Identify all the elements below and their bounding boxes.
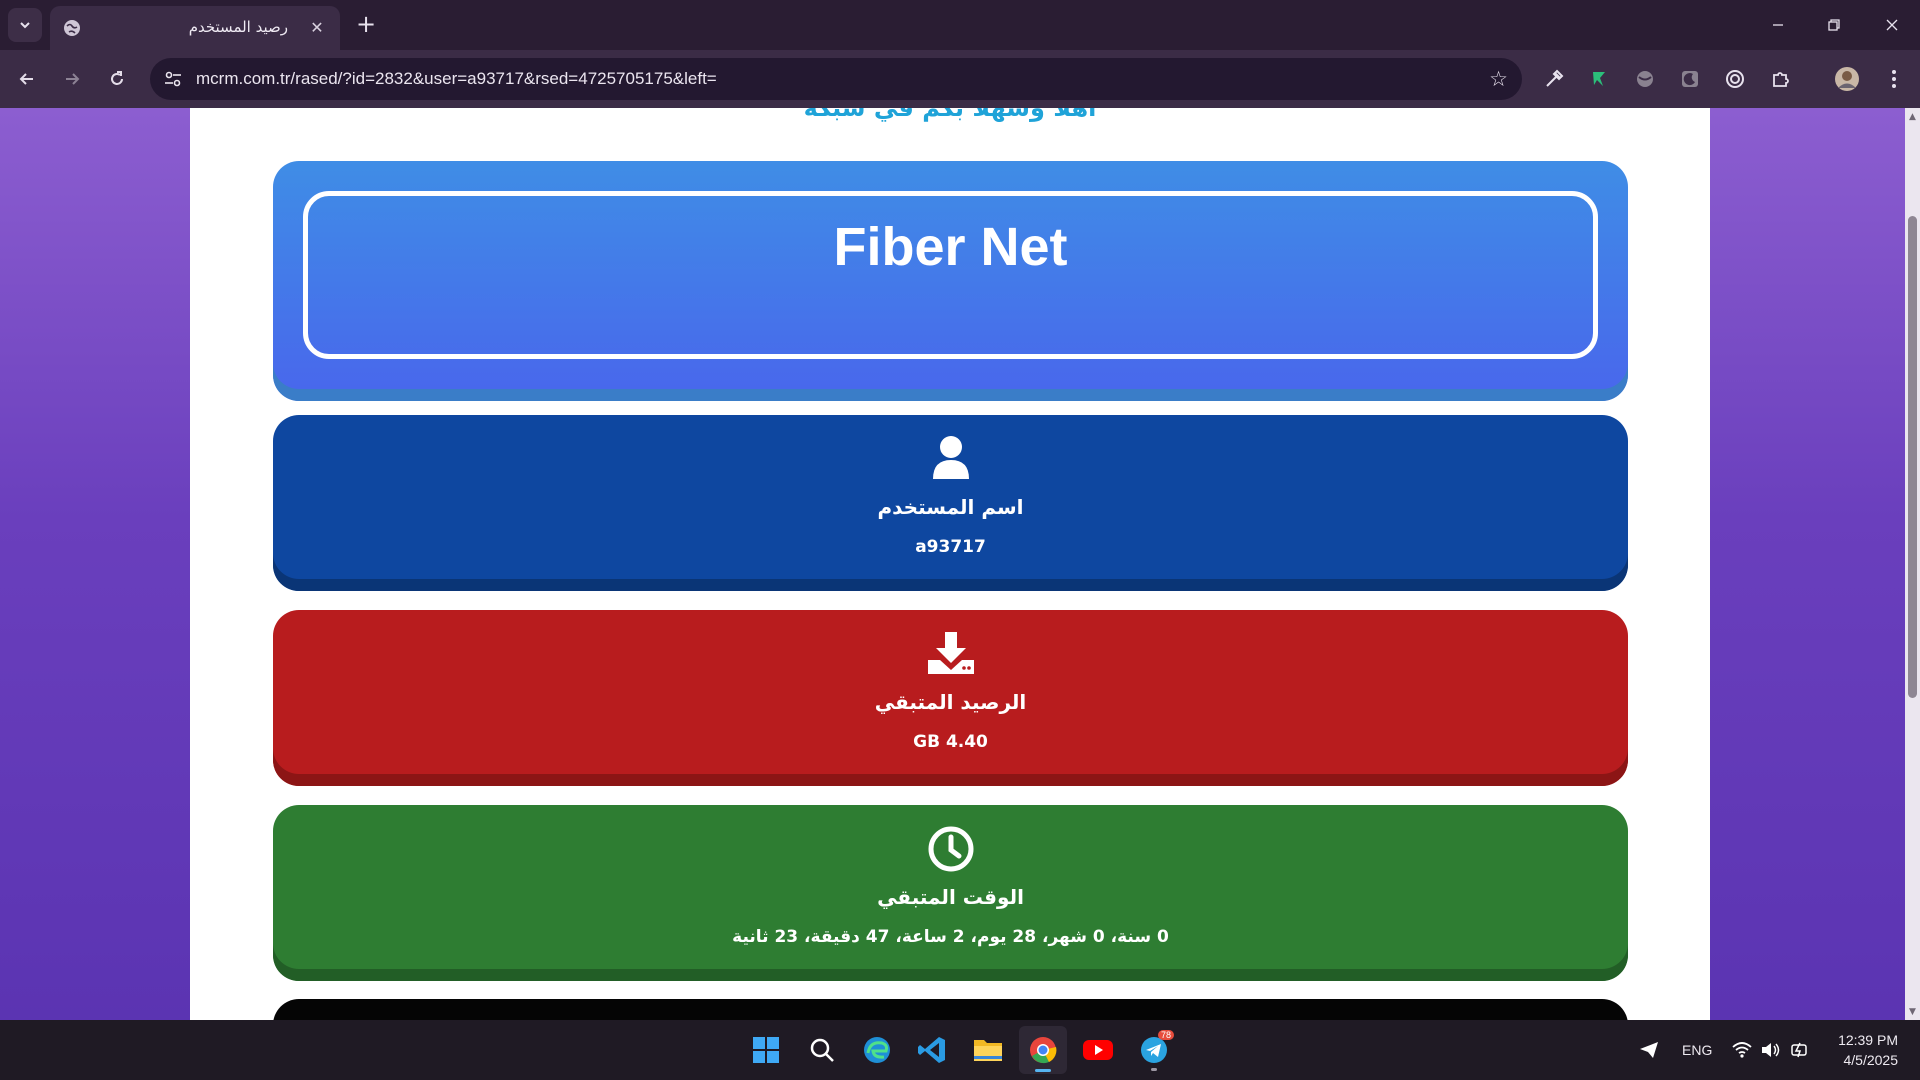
close-window-button[interactable]: [1864, 0, 1920, 50]
scrollbar-thumb[interactable]: [1908, 216, 1917, 698]
close-icon: [1886, 19, 1898, 31]
green-extension-icon[interactable]: [1585, 65, 1613, 93]
search-icon: [810, 1038, 834, 1062]
next-info-card: [273, 999, 1628, 1020]
chrome-icon: [1030, 1037, 1057, 1064]
site-info-icon[interactable]: [162, 68, 184, 90]
telegram-unread-badge: 78: [1158, 1030, 1175, 1040]
eyedropper-extension-icon[interactable]: [1540, 65, 1568, 93]
remaining-time-value: 0 سنة، 0 شهر، 28 يوم، 2 ساعة، 47 دقيقة، …: [732, 927, 1169, 947]
browser-menu-icon[interactable]: [1880, 65, 1908, 93]
user-icon: [273, 435, 1628, 483]
chevron-down-icon: [20, 22, 30, 29]
globe-icon: [64, 20, 80, 36]
clock-date: 4/5/2025: [1843, 1052, 1899, 1068]
taskbar-telegram[interactable]: 78: [1130, 1026, 1178, 1074]
tab-title: رصيد المستخدم: [188, 18, 288, 36]
welcome-heading: أهلا وسهلا بكم في شبكة: [803, 108, 1097, 122]
extensions-puzzle-icon[interactable]: [1767, 65, 1795, 93]
target-extension-icon[interactable]: [1721, 65, 1749, 93]
taskbar-file-explorer[interactable]: [964, 1026, 1012, 1074]
taskbar-search-button[interactable]: [798, 1026, 846, 1074]
network-header-frame: Fiber Net: [303, 191, 1598, 359]
remaining-time-label: الوقت المتبقي: [877, 885, 1024, 909]
network-header-card: Fiber Net: [273, 161, 1628, 401]
reload-button[interactable]: [102, 64, 132, 94]
taskbar-youtube[interactable]: [1074, 1026, 1122, 1074]
active-app-indicator: [1035, 1069, 1051, 1072]
username-card: اسم المستخدم a93717: [273, 415, 1628, 591]
reload-icon: [111, 71, 123, 85]
download-icon: [273, 630, 1628, 678]
youtube-icon: [1083, 1040, 1113, 1060]
remaining-balance-card: الرصيد المتبقي GB 4.40: [273, 610, 1628, 786]
tray-send-icon[interactable]: [1638, 1020, 1660, 1080]
grey-circle-extension-icon[interactable]: [1631, 65, 1659, 93]
dark-mode-extension-icon[interactable]: [1676, 65, 1704, 93]
clock-icon: [273, 825, 1628, 873]
tab-search-button[interactable]: [8, 8, 42, 42]
remaining-time-card: الوقت المتبقي 0 سنة، 0 شهر، 28 يوم، 2 سا…: [273, 805, 1628, 981]
scroll-up-arrow-icon[interactable]: ▲: [1907, 111, 1918, 122]
network-name: Fiber Net: [833, 217, 1068, 277]
close-tab-icon[interactable]: ✕: [306, 16, 328, 38]
windows-taskbar: 78 ENG 12:39 PM 4/5/2025: [0, 1020, 1920, 1080]
tab-strip: رصيد المستخدم ✕ +: [0, 0, 1920, 50]
minimize-icon: [1773, 24, 1783, 26]
remaining-balance-label: الرصيد المتبقي: [874, 690, 1027, 714]
forward-button[interactable]: [57, 64, 87, 94]
taskbar-chrome[interactable]: [1019, 1026, 1067, 1074]
volume-icon[interactable]: [1760, 1020, 1782, 1080]
bookmark-star-icon[interactable]: ☆: [1489, 67, 1508, 91]
taskbar-vscode[interactable]: [908, 1026, 956, 1074]
arrow-right-icon: [66, 73, 80, 85]
restore-icon: [1828, 19, 1840, 31]
vscode-icon: [918, 1037, 945, 1063]
taskbar-edge[interactable]: [853, 1026, 901, 1074]
back-button[interactable]: [12, 64, 42, 94]
restore-button[interactable]: [1806, 0, 1862, 50]
username-label: اسم المستخدم: [877, 495, 1024, 519]
scroll-down-arrow-icon[interactable]: ▼: [1907, 1006, 1918, 1017]
profile-avatar[interactable]: [1833, 65, 1861, 93]
browser-toolbar: mcrm.com.tr/rased/?id=2832&user=a93717&r…: [0, 50, 1920, 108]
username-value: a93717: [915, 537, 986, 557]
input-language[interactable]: ENG: [1682, 1020, 1712, 1080]
minimize-button[interactable]: [1750, 0, 1806, 50]
page-container: أهلا وسهلا بكم في شبكة Fiber Net اسم الم…: [190, 108, 1710, 1020]
page-viewport: أهلا وسهلا بكم في شبكة Fiber Net اسم الم…: [0, 108, 1905, 1020]
battery-charging-icon[interactable]: [1790, 1020, 1814, 1080]
page-scrollbar[interactable]: ▲ ▼: [1905, 108, 1920, 1020]
browser-tab[interactable]: رصيد المستخدم ✕: [50, 6, 340, 50]
wifi-icon[interactable]: [1731, 1020, 1753, 1080]
clock-time: 12:39 PM: [1838, 1032, 1898, 1048]
remaining-balance-value: GB 4.40: [913, 732, 988, 752]
url-text[interactable]: mcrm.com.tr/rased/?id=2832&user=a93717&r…: [196, 69, 717, 89]
address-bar[interactable]: mcrm.com.tr/rased/?id=2832&user=a93717&r…: [150, 58, 1522, 100]
running-app-indicator: [1151, 1068, 1157, 1071]
new-tab-button[interactable]: +: [352, 10, 380, 38]
start-button[interactable]: [742, 1026, 790, 1074]
arrow-left-icon: [19, 73, 33, 85]
edge-icon: [864, 1037, 890, 1063]
start-icon: [753, 1037, 779, 1063]
file-explorer-icon: [974, 1040, 1002, 1061]
system-clock[interactable]: 12:39 PM 4/5/2025: [1838, 1030, 1898, 1070]
